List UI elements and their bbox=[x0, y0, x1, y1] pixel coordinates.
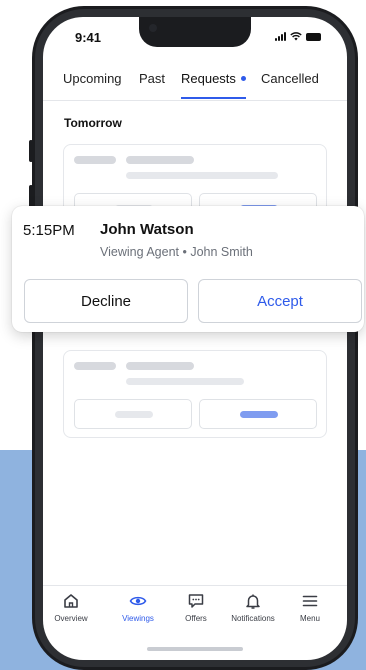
nav-menu[interactable]: Menu bbox=[280, 592, 340, 623]
requester-name: John Watson bbox=[100, 221, 194, 238]
tab-requests-label: Requests bbox=[181, 71, 236, 86]
nav-viewings[interactable]: Viewings bbox=[108, 592, 168, 623]
wifi-icon bbox=[290, 32, 302, 41]
skeleton-decline-button bbox=[74, 399, 192, 429]
accept-button[interactable]: Accept bbox=[198, 279, 362, 323]
cellular-signal-icon bbox=[275, 32, 286, 41]
request-time: 5:15PM bbox=[23, 222, 75, 239]
active-tab-indicator bbox=[181, 97, 246, 99]
nav-label: Overview bbox=[54, 614, 88, 623]
phone-screen: 9:41 Upcoming Past Requests Cancelled To… bbox=[43, 17, 347, 660]
viewing-request-card: 5:15PM John Watson Viewing Agent • John … bbox=[12, 206, 364, 332]
home-indicator[interactable] bbox=[147, 647, 243, 651]
new-requests-dot bbox=[240, 76, 246, 81]
skeleton-accept-button bbox=[199, 399, 317, 429]
skeleton-line bbox=[74, 362, 116, 370]
tab-past[interactable]: Past bbox=[139, 71, 165, 86]
request-subtitle: Viewing Agent • John Smith bbox=[100, 245, 253, 259]
section-title: Tomorrow bbox=[64, 116, 122, 130]
chat-offer-icon bbox=[188, 594, 204, 608]
camera bbox=[149, 24, 157, 32]
battery-icon bbox=[306, 32, 321, 41]
hamburger-menu-icon bbox=[302, 595, 318, 607]
nav-offers[interactable]: Offers bbox=[166, 592, 226, 623]
tab-requests[interactable]: Requests bbox=[181, 71, 246, 86]
viewings-tabs: Upcoming Past Requests Cancelled bbox=[43, 71, 347, 101]
home-icon bbox=[64, 594, 78, 608]
skeleton-line bbox=[126, 378, 244, 385]
decline-button[interactable]: Decline bbox=[24, 279, 188, 323]
nav-label: Menu bbox=[299, 614, 320, 623]
bottom-nav: Overview Viewings Offers Notifications M… bbox=[43, 585, 347, 637]
nav-label: Notifications bbox=[231, 614, 275, 623]
nav-overview[interactable]: Overview bbox=[43, 592, 101, 623]
nav-label: Viewings bbox=[122, 614, 154, 623]
stage: 9:41 Upcoming Past Requests Cancelled To… bbox=[0, 0, 366, 670]
nav-notifications[interactable]: Notifications bbox=[223, 592, 283, 623]
tab-upcoming[interactable]: Upcoming bbox=[63, 71, 122, 86]
skeleton-line bbox=[126, 172, 278, 179]
status-icons bbox=[275, 32, 321, 41]
skeleton-line bbox=[74, 156, 116, 164]
skeleton-line bbox=[126, 362, 194, 370]
nav-label: Offers bbox=[185, 614, 207, 623]
request-card-placeholder bbox=[63, 350, 327, 438]
status-time: 9:41 bbox=[75, 30, 102, 45]
bell-icon bbox=[246, 594, 260, 609]
eye-icon bbox=[129, 596, 147, 606]
tab-cancelled[interactable]: Cancelled bbox=[261, 71, 319, 86]
skeleton-line bbox=[126, 156, 194, 164]
notch bbox=[139, 17, 251, 47]
